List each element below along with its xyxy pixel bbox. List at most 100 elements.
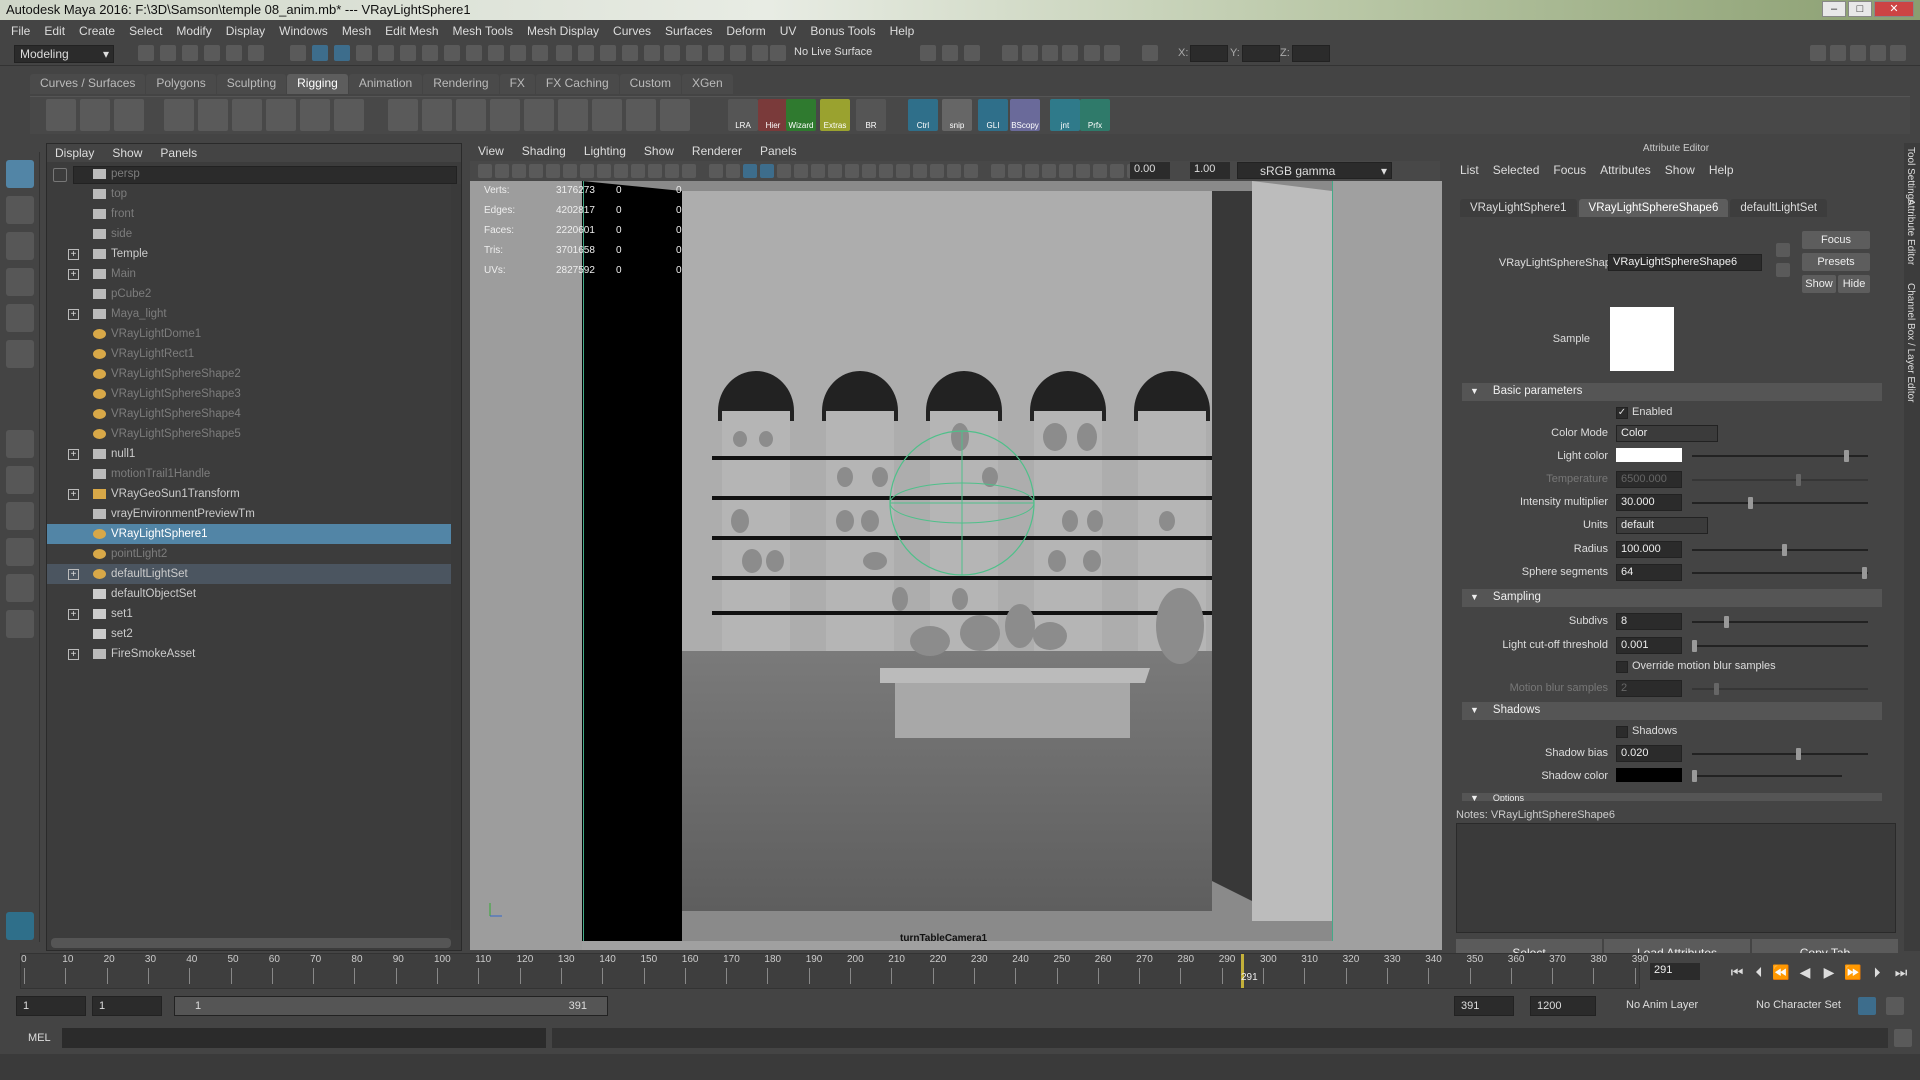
outliner-item[interactable]: VRayLightSphereShape4	[47, 404, 451, 424]
viewport-tool-icon[interactable]	[1110, 164, 1124, 178]
shelf-button-prfx[interactable]: Prfx	[1080, 99, 1110, 131]
custom-layout-icon[interactable]	[6, 610, 34, 638]
viewport-menu-show[interactable]: Show	[644, 144, 674, 160]
status-tool-icon[interactable]	[752, 45, 768, 61]
outliner-item[interactable]: front	[47, 204, 451, 224]
viewport-tool-icon[interactable]	[614, 164, 628, 178]
status-tool-icon[interactable]	[730, 45, 746, 61]
outliner-item[interactable]: vrayEnvironmentPreviewTm	[47, 504, 451, 524]
show-button[interactable]: Show	[1802, 275, 1836, 293]
outliner-item[interactable]: side	[47, 224, 451, 244]
current-frame-field[interactable]: 291	[1650, 963, 1700, 980]
menu-deform[interactable]: Deform	[719, 24, 772, 38]
status-tool-icon[interactable]	[1104, 45, 1120, 61]
options-section[interactable]: Options	[1462, 793, 1882, 801]
outliner-item[interactable]: VRayLightSphereShape5	[47, 424, 451, 444]
attr-tab-vraylightsphere1[interactable]: VRayLightSphere1	[1460, 199, 1577, 217]
status-tool-icon[interactable]	[964, 45, 980, 61]
basic-parameters-section[interactable]: Basic parameters	[1462, 383, 1882, 401]
close-button[interactable]: ✕	[1874, 1, 1914, 17]
four-view-layout-icon[interactable]	[6, 466, 34, 494]
viewport-menu-view[interactable]: View	[478, 144, 504, 160]
menu-help[interactable]: Help	[883, 24, 922, 38]
viewport-tool-icon[interactable]	[760, 164, 774, 178]
ik-spline-icon[interactable]	[114, 99, 144, 131]
constraint-icon[interactable]	[626, 99, 656, 131]
shelf-tab-polygons[interactable]: Polygons	[146, 74, 216, 94]
color-space-dropdown[interactable]: sRGB gamma	[1237, 162, 1392, 179]
go-to-end-icon[interactable]: ⏭	[1892, 963, 1910, 981]
status-tool-icon[interactable]	[356, 45, 372, 61]
status-tool-icon[interactable]	[578, 45, 594, 61]
outliner-item[interactable]: VRayLightDome1	[47, 324, 451, 344]
viewport-tool-icon[interactable]	[1008, 164, 1022, 178]
viewport-tool-icon[interactable]	[794, 164, 808, 178]
expand-icon[interactable]: +	[68, 649, 79, 660]
cutoff-slider[interactable]	[1692, 640, 1868, 652]
bind-skin-icon[interactable]	[232, 99, 262, 131]
outliner-item[interactable]: + defaultLightSet	[47, 564, 451, 584]
mirror-weights-icon[interactable]	[334, 99, 364, 131]
menu-surfaces[interactable]: Surfaces	[658, 24, 719, 38]
shadow-bias-slider[interactable]	[1692, 748, 1868, 760]
notes-textarea[interactable]	[1456, 823, 1896, 933]
play-backwards-icon[interactable]: ◀	[1796, 963, 1814, 981]
parent-icon[interactable]	[660, 99, 690, 131]
shelf-button-br[interactable]: BR	[856, 99, 886, 131]
character-set-dropdown[interactable]: No Character Set	[1750, 996, 1870, 1016]
shelf-button-bscopy[interactable]: BScopy	[1010, 99, 1040, 131]
focus-button[interactable]: Focus	[1802, 231, 1870, 249]
color-mode-dropdown[interactable]: Color	[1616, 425, 1718, 442]
anim-layer-dropdown[interactable]: No Anim Layer	[1620, 996, 1740, 1016]
step-back-frame-icon[interactable]: ⏴	[1750, 963, 1768, 981]
sphere-segments-field[interactable]: 64	[1616, 564, 1682, 581]
status-tool-icon[interactable]	[334, 45, 350, 61]
shelf-button-hier[interactable]: Hier	[758, 99, 788, 131]
subdivs-slider[interactable]	[1692, 616, 1868, 628]
shelf-tab-curves-surfaces[interactable]: Curves / Surfaces	[30, 74, 146, 94]
mel-label[interactable]: MEL	[28, 1032, 51, 1044]
shelf-button-extras[interactable]: Extras	[820, 99, 850, 131]
status-tool-icon[interactable]	[422, 45, 438, 61]
shelf-tab-animation[interactable]: Animation	[348, 74, 423, 94]
viewport-menu-lighting[interactable]: Lighting	[584, 144, 626, 160]
enabled-checkbox[interactable]: ✓	[1616, 407, 1628, 419]
viewport-tool-icon[interactable]	[1076, 164, 1090, 178]
viewport-tool-icon[interactable]	[1093, 164, 1107, 178]
status-tool-icon[interactable]	[1042, 45, 1058, 61]
status-tool-icon[interactable]	[600, 45, 616, 61]
playback-end-field[interactable]: 391	[1454, 996, 1514, 1016]
menu-modify[interactable]: Modify	[169, 24, 218, 38]
status-tool-icon[interactable]	[664, 45, 680, 61]
viewport-tool-icon[interactable]	[1042, 164, 1056, 178]
status-tool-icon[interactable]	[378, 45, 394, 61]
expand-icon[interactable]: +	[68, 609, 79, 620]
shadow-color-slider[interactable]	[1692, 770, 1842, 782]
viewport-menu-panels[interactable]: Panels	[760, 144, 797, 160]
status-tool-icon[interactable]	[510, 45, 526, 61]
persp-outliner-layout-icon[interactable]	[6, 538, 34, 566]
x-field[interactable]	[1190, 45, 1228, 62]
maximize-button[interactable]: □	[1848, 1, 1872, 17]
status-tool-icon[interactable]	[1830, 45, 1846, 61]
shelf-tab-rigging[interactable]: Rigging	[287, 74, 348, 94]
viewport-tool-icon[interactable]	[726, 164, 740, 178]
menu-file[interactable]: File	[4, 24, 37, 38]
status-tool-icon[interactable]	[444, 45, 460, 61]
menu-display[interactable]: Display	[219, 24, 272, 38]
step-forward-key-icon[interactable]: ⏩	[1844, 963, 1862, 981]
subdivs-field[interactable]: 8	[1616, 613, 1682, 630]
step-back-key-icon[interactable]: ⏪	[1772, 963, 1790, 981]
viewport-tool-icon[interactable]	[947, 164, 961, 178]
viewport-tool-icon[interactable]	[1059, 164, 1073, 178]
outliner-item[interactable]: + FireSmokeAsset	[47, 644, 451, 664]
viewport-tool-icon[interactable]	[546, 164, 560, 178]
radius-field[interactable]: 100.000	[1616, 541, 1682, 558]
menu-select[interactable]: Select	[122, 24, 169, 38]
animation-prefs-icon[interactable]	[1886, 997, 1904, 1015]
menu-uv[interactable]: UV	[773, 24, 804, 38]
outliner-item[interactable]: VRayLightSphereShape2	[47, 364, 451, 384]
shelf-button-wizard[interactable]: Wizard	[786, 99, 816, 131]
status-tool-icon[interactable]	[1022, 45, 1038, 61]
shelf-button-snip[interactable]: snip	[942, 99, 972, 131]
